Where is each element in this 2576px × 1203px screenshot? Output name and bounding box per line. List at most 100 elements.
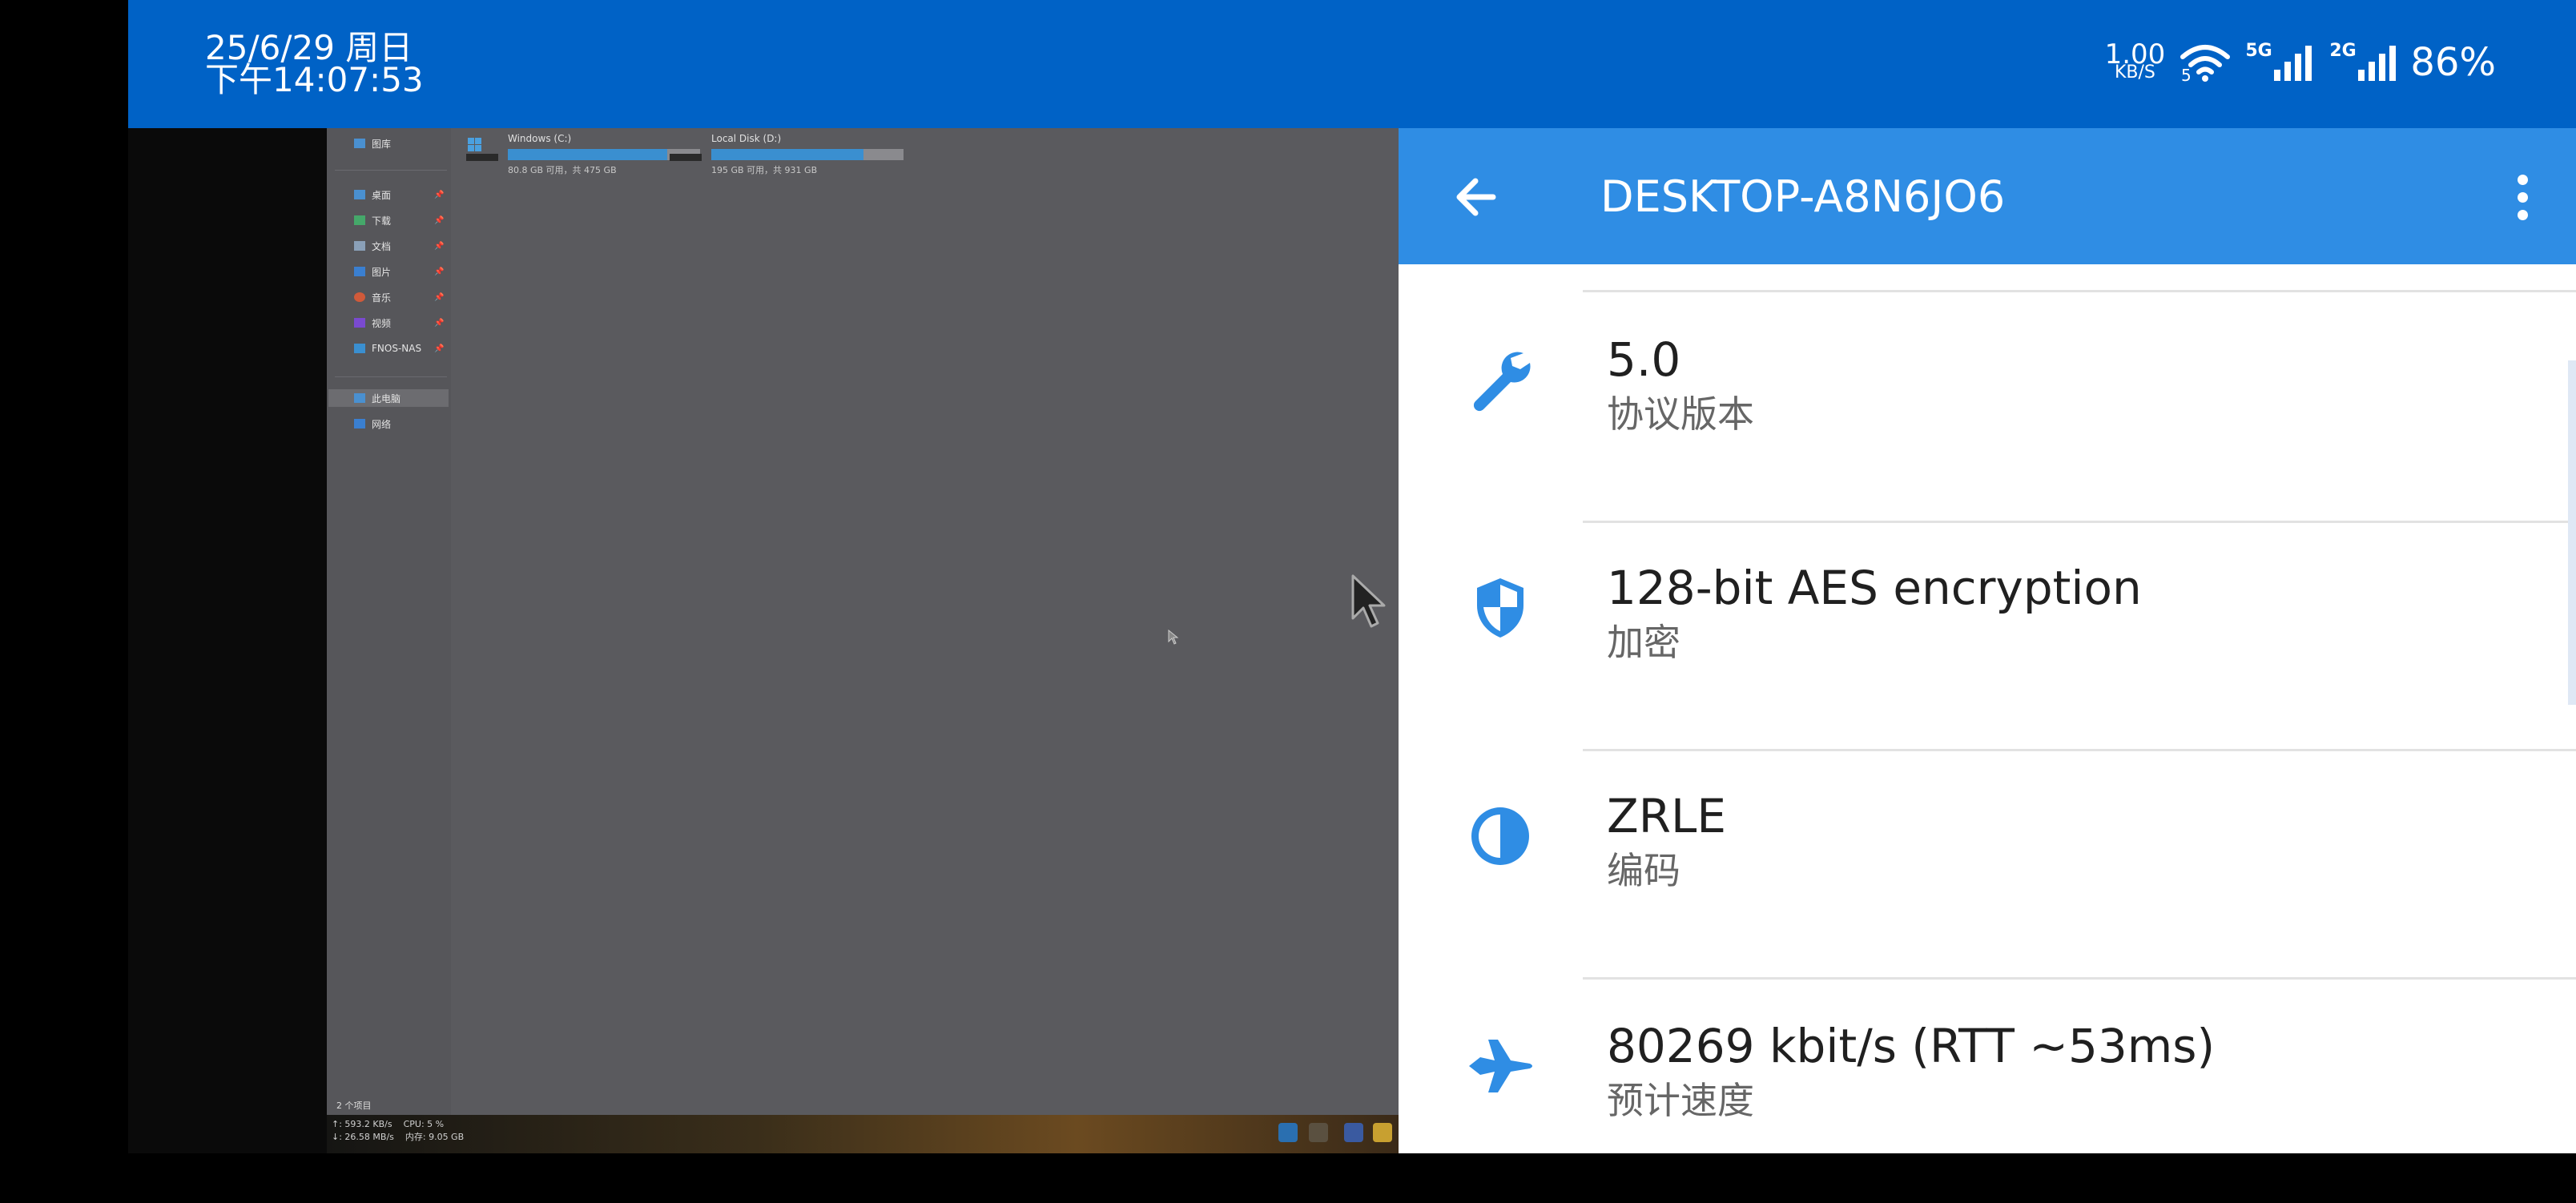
pin-icon: 📌	[434, 190, 445, 199]
nav-label: 图片	[372, 266, 392, 278]
signal-5g-tag: 5G	[2245, 41, 2272, 61]
signal-2g-icon: 2G	[2329, 41, 2397, 81]
folder-icon[interactable]	[1373, 1123, 1392, 1142]
network-icon	[354, 419, 365, 428]
pin-icon: 📌	[434, 241, 445, 251]
desktop-icon	[354, 190, 365, 199]
time-text: 下午14:07:53	[205, 60, 424, 99]
nav-item-videos[interactable]: 视频 📌	[354, 314, 444, 332]
download-icon	[354, 215, 365, 225]
drive-name: Local Disk (D:)	[711, 133, 782, 144]
pin-icon: 📌	[434, 292, 445, 302]
mouse-cursor-icon	[1351, 574, 1386, 628]
nav-item-pictures[interactable]: 图片 📌	[354, 263, 444, 280]
nav-label: 视频	[372, 317, 392, 329]
info-item-protocol: 5.0 协议版本	[1399, 300, 2576, 517]
start-icon[interactable]	[1278, 1123, 1298, 1142]
taskbar-app-icon[interactable]	[1344, 1123, 1363, 1142]
divider	[1583, 977, 2576, 980]
drive-size: 195 GB 可用，共 931 GB	[711, 165, 818, 175]
drive-size: 80.8 GB 可用，共 475 GB	[508, 165, 617, 175]
scroll-indicator[interactable]	[2568, 360, 2576, 705]
pin-icon: 📌	[434, 267, 445, 276]
disk-drive-icon	[670, 154, 702, 161]
nav-item-gallery[interactable]: 图库	[354, 135, 391, 152]
music-icon	[354, 292, 365, 302]
nav-label: 网络	[372, 418, 392, 430]
video-icon	[354, 318, 365, 328]
nav-item-music[interactable]: 音乐 📌	[354, 288, 444, 306]
computer-icon	[354, 393, 365, 403]
shield-icon	[1477, 578, 1523, 638]
info-item-encryption: 128-bit AES encryption 加密	[1399, 529, 2576, 745]
system-status-bar: 25/6/29 周日 下午14:07:53 1.00 KB/S 5 5G 2G …	[128, 0, 2576, 128]
net-speed-unit: KB/S	[2115, 62, 2155, 82]
nav-label: 音乐	[372, 292, 392, 304]
info-value: 80269 kbit/s (RTT ~53ms)	[1607, 1019, 2216, 1073]
drive-c[interactable]: Windows (C:) 80.8 GB 可用，共 475 GB	[466, 133, 700, 181]
nas-icon	[354, 344, 365, 353]
divider	[1583, 521, 2576, 523]
info-value: 5.0	[1607, 332, 1681, 387]
wrench-icon	[1473, 352, 1531, 412]
more-options-icon[interactable]	[2510, 168, 2534, 226]
wifi-badge: 5	[2181, 66, 2192, 82]
item-count: 2 个项目	[336, 1100, 372, 1111]
nav-item-desktop[interactable]: 桌面 📌	[354, 186, 444, 203]
nav-label: 下载	[372, 215, 392, 227]
windows-drive-icon	[466, 138, 498, 161]
nav-label: 桌面	[372, 189, 392, 201]
nav-item-network[interactable]: 网络	[354, 415, 391, 433]
nav-label: 文档	[372, 240, 392, 252]
net-speed: 1.00 KB/S	[2105, 41, 2166, 82]
info-item-encoding: ZRLE 编码	[1399, 757, 2576, 973]
search-icon[interactable]	[1309, 1123, 1328, 1142]
signal-5g-icon: 5G	[2245, 41, 2312, 81]
perf-line-download: ↓: 26.58 MB/s 内存: 9.05 GB	[332, 1132, 465, 1142]
info-label: 编码	[1607, 849, 1680, 892]
explorer-nav-pane: 图库 桌面 📌 下载 📌 文档 📌 图片 📌 音乐 📌 视频 📌 FNOS-NAS 📌 此电脑…	[327, 128, 451, 1115]
connection-info-panel: DESKTOP-A8N6JO6 5.0 协议版本 128-bit AES enc…	[1399, 128, 2576, 1153]
perf-monitor: ↑: 593.2 KB/s CPU: 5 % ↓: 26.58 MB/s 内存:…	[332, 1118, 464, 1144]
contrast-icon	[1471, 807, 1529, 865]
remote-desktop-view[interactable]: 图库 桌面 📌 下载 📌 文档 📌 图片 📌 音乐 📌 视频 📌 FNOS-NAS 📌 此电脑…	[128, 128, 1448, 1153]
divider	[335, 376, 447, 377]
system-icons: 1.00 KB/S 5 5G 2G 86%	[2105, 38, 2496, 87]
remote-taskbar[interactable]: ↑: 593.2 KB/s CPU: 5 % ↓: 26.58 MB/s 内存:…	[327, 1115, 1448, 1153]
pin-icon: 📌	[434, 344, 445, 353]
nav-label: 图库	[372, 138, 392, 150]
divider	[335, 170, 447, 171]
divider	[1583, 749, 2576, 751]
info-label: 协议版本	[1607, 392, 1754, 436]
divider	[1583, 290, 2576, 292]
info-label: 加密	[1607, 621, 1680, 664]
nav-item-documents[interactable]: 文档 📌	[354, 237, 444, 255]
pin-icon: 📌	[434, 215, 445, 225]
file-explorer-window[interactable]: 图库 桌面 📌 下载 📌 文档 📌 图片 📌 音乐 📌 视频 📌 FNOS-NAS 📌 此电脑…	[327, 128, 1399, 1115]
picture-icon	[354, 267, 365, 276]
nav-item-downloads[interactable]: 下载 📌	[354, 211, 444, 229]
left-gutter	[0, 0, 128, 1153]
info-value: ZRLE	[1607, 789, 1726, 843]
page-title: DESKTOP-A8N6JO6	[1600, 171, 2006, 222]
drive-usage-bar	[711, 149, 904, 160]
pin-icon: 📌	[434, 318, 445, 328]
nav-label: FNOS-NAS	[372, 343, 422, 354]
signal-2g-tag: 2G	[2329, 41, 2357, 61]
battery-level: 86%	[2410, 40, 2496, 85]
airplane-icon	[1469, 1040, 1532, 1092]
gallery-icon	[354, 139, 365, 148]
info-value: 128-bit AES encryption	[1607, 561, 2142, 615]
document-icon	[354, 241, 365, 251]
nav-item-this-pc[interactable]: 此电脑	[328, 389, 449, 407]
remote-cursor-icon	[1168, 630, 1179, 645]
back-arrow-icon[interactable]	[1447, 168, 1504, 226]
clock: 25/6/29 周日 下午14:07:53	[205, 31, 424, 99]
drive-d[interactable]: Local Disk (D:) 195 GB 可用，共 931 GB	[670, 133, 904, 181]
app-bar: DESKTOP-A8N6JO6	[1399, 128, 2576, 264]
info-label: 预计速度	[1607, 1079, 1754, 1122]
perf-line-upload: ↑: 593.2 KB/s CPU: 5 %	[332, 1119, 445, 1129]
wifi-icon: 5	[2180, 45, 2231, 82]
nav-item-nas[interactable]: FNOS-NAS 📌	[354, 340, 444, 357]
info-item-speed: 80269 kbit/s (RTT ~53ms) 预计速度	[1399, 987, 2576, 1203]
